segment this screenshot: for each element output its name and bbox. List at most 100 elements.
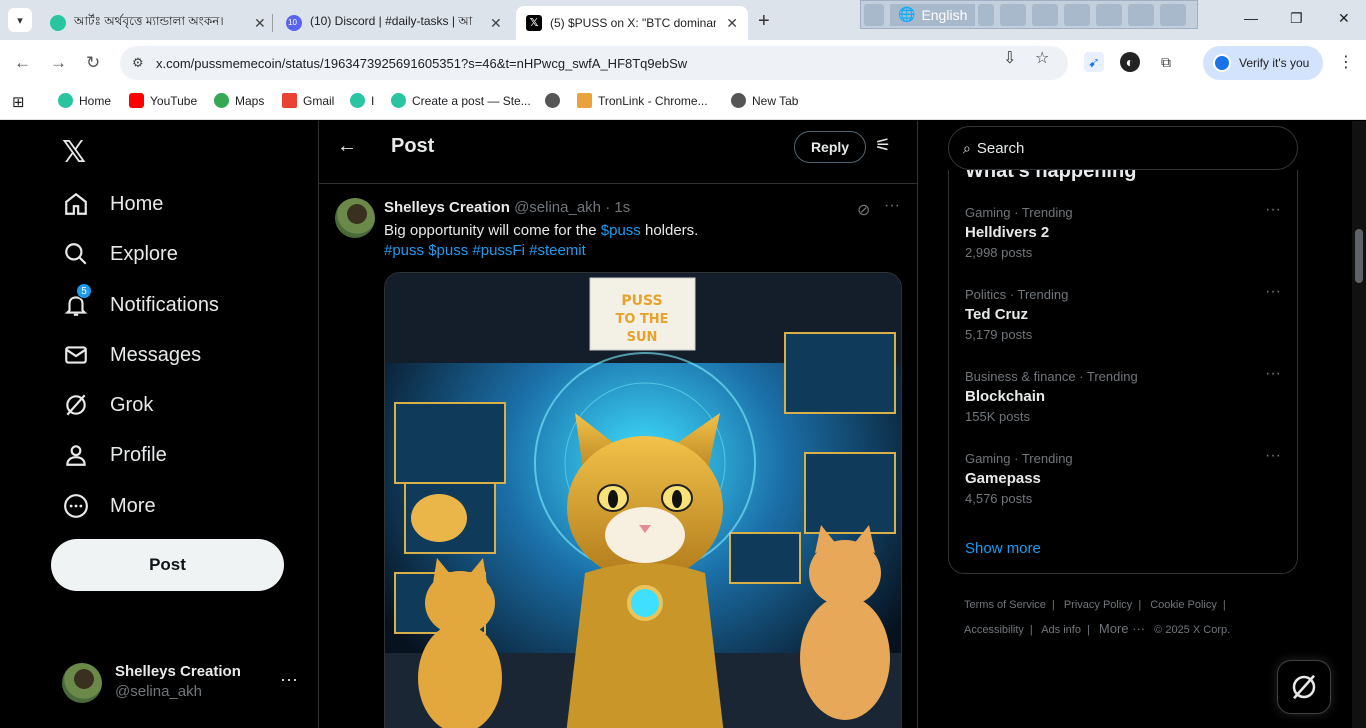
tweet-time[interactable]: 1s <box>614 199 630 216</box>
nav-grok[interactable]: Grok <box>62 385 153 425</box>
tweet-author-name[interactable]: Shelleys Creation <box>384 199 510 216</box>
new-tab-button[interactable]: + <box>758 10 770 33</box>
post-button[interactable]: Post <box>51 539 284 591</box>
close-langbar-icon[interactable] <box>1160 3 1187 26</box>
youtube-icon <box>129 93 144 108</box>
language-bar[interactable]: 🌐 English <box>860 0 1198 29</box>
tab-mandala[interactable]: আর্টঃ অর্থবৃত্তে ম্যান্ডালা অংকন। ✕ <box>40 6 276 40</box>
more-dots-icon[interactable]: ··· <box>1265 283 1281 301</box>
banner-line: SUN <box>627 330 658 345</box>
settings-icon[interactable] <box>1064 3 1091 26</box>
cookie-link[interactable]: Cookie Policy <box>1150 599 1217 611</box>
extensions-puzzle-icon[interactable]: ⧉ <box>1156 52 1176 72</box>
nav-profile[interactable]: Profile <box>62 435 167 475</box>
trend-item[interactable]: Gaming · Trending Helldivers 2 2,998 pos… <box>965 201 1285 275</box>
privacy-link[interactable]: Privacy Policy <box>1064 599 1132 611</box>
cashtag-link[interactable]: $puss <box>601 222 641 239</box>
reload-icon[interactable]: ↻ <box>86 53 100 73</box>
bookmark-youtube[interactable]: YouTube <box>129 93 197 108</box>
close-icon[interactable]: ✕ <box>490 15 502 32</box>
nav-explore[interactable]: Explore <box>62 234 178 274</box>
hashtag-link[interactable]: #puss <box>384 242 424 259</box>
minimize-icon[interactable]: — <box>1244 10 1258 26</box>
nav-label: Explore <box>110 242 178 265</box>
hashtag-link[interactable]: #pussFi <box>472 242 525 259</box>
language-label: English <box>921 6 968 23</box>
more-dots-icon[interactable]: ··· <box>884 197 900 215</box>
bookmark-star-icon[interactable]: ☆ <box>1035 48 1049 68</box>
account-switcher[interactable]: Shelleys Creation @selina_akh ··· <box>62 661 312 705</box>
forward-arrow-icon[interactable]: → <box>50 53 67 73</box>
grok-floating-button[interactable] <box>1277 660 1331 714</box>
tweet-author-line: Shelleys Creation @selina_akh · 1s <box>384 199 630 216</box>
restore-icon[interactable]: ❐ <box>1290 10 1303 27</box>
show-more-link[interactable]: Show more <box>965 540 1041 557</box>
extension-cursor-icon[interactable]: ➹ <box>1084 52 1104 72</box>
bookmark-home[interactable]: Home <box>58 93 111 108</box>
profile-verify-chip[interactable]: Verify it's you <box>1203 46 1323 80</box>
close-icon[interactable]: ✕ <box>254 15 266 32</box>
back-arrow-icon[interactable]: ← <box>14 53 31 73</box>
bookmark-globe[interactable] <box>545 93 566 108</box>
scrollbar-thumb[interactable] <box>1355 229 1363 283</box>
tab-discord[interactable]: 10 (10) Discord | #daily-tasks | আ ✕ <box>276 6 512 40</box>
more-dots-icon[interactable]: ··· <box>1265 365 1281 383</box>
install-app-icon[interactable]: ⇩ <box>1003 48 1016 68</box>
sliders-icon[interactable]: ⚟ <box>875 135 891 156</box>
trend-item[interactable]: Politics · Trending Ted Cruz 5,179 posts… <box>965 283 1285 357</box>
x-page: 𝕏 Home Explore 5 Notifications Messages … <box>0 121 1366 728</box>
x-logo-icon[interactable]: 𝕏 <box>62 135 86 170</box>
close-icon[interactable]: ✕ <box>726 15 738 32</box>
trend-item[interactable]: Gaming · Trending Gamepass 4,576 posts ·… <box>965 447 1285 521</box>
bookmark-label: Gmail <box>303 93 335 108</box>
tab-x-puss[interactable]: 𝕏 (5) $PUSS on X: "BTC dominance ✕ <box>516 6 748 40</box>
back-arrow-icon[interactable]: ← <box>337 135 357 158</box>
nav-label: More <box>110 494 156 517</box>
apps-grid-icon[interactable]: ⊞ <box>12 93 25 111</box>
page-scrollbar[interactable] <box>1352 121 1366 728</box>
grok-icon[interactable]: ⊘ <box>857 200 870 220</box>
language-selector[interactable]: 🌐 English <box>890 3 976 26</box>
more-dots-icon[interactable]: ··· <box>280 669 298 690</box>
nav-home[interactable]: Home <box>62 184 163 224</box>
bookmark-new-tab[interactable]: New Tab <box>731 93 798 108</box>
address-bar[interactable]: ⚙ x.com/pussmemecoin/status/196347392569… <box>120 46 1068 80</box>
ime-icon[interactable] <box>1032 3 1059 26</box>
nav-label: Profile <box>110 443 167 466</box>
footer-more-link[interactable]: More ··· <box>1099 621 1145 636</box>
window-close-icon[interactable]: ✕ <box>1338 10 1350 27</box>
dropdown-icon[interactable] <box>978 3 995 26</box>
globe-icon[interactable] <box>1096 3 1123 26</box>
bookmark-tronlink[interactable]: TronLink - Chrome... <box>577 93 708 108</box>
bookmark-gmail[interactable]: Gmail <box>282 93 334 108</box>
avatar[interactable] <box>335 198 375 238</box>
nav-more[interactable]: More <box>62 486 156 526</box>
footer-divider: | <box>1086 624 1090 636</box>
nav-messages[interactable]: Messages <box>62 335 201 375</box>
more-dots-icon[interactable]: ··· <box>1265 447 1281 465</box>
site-info-icon[interactable]: ⚙ <box>132 55 144 71</box>
more-dots-icon[interactable]: ··· <box>1265 201 1281 219</box>
bookmark-maps[interactable]: Maps <box>214 93 264 108</box>
left-sidebar: 𝕏 Home Explore 5 Notifications Messages … <box>0 121 318 728</box>
keyboard-icon[interactable] <box>1000 3 1027 26</box>
tweet-image[interactable]: PUSS TO THE SUN <box>384 272 902 728</box>
ads-info-link[interactable]: Ads info <box>1041 624 1081 636</box>
bookmark-i[interactable]: I <box>350 93 374 108</box>
trend-count: 155K posts <box>965 409 1031 424</box>
tweet-author-handle[interactable]: @selina_akh <box>514 199 601 216</box>
cashtag-link[interactable]: $puss <box>428 242 468 259</box>
extension-steam-icon[interactable]: ◐ <box>1120 52 1140 72</box>
accessibility-link[interactable]: Accessibility <box>964 624 1024 636</box>
hashtag-link[interactable]: #steemit <box>529 242 586 259</box>
browser-menu-icon[interactable]: ⋮ <box>1338 52 1354 72</box>
trend-count: 4,576 posts <box>965 491 1033 506</box>
reply-button[interactable]: Reply <box>794 131 866 163</box>
trend-item[interactable]: Business & finance · Trending Blockchain… <box>965 365 1285 439</box>
tab-search-button[interactable]: ▾ <box>8 8 32 32</box>
search-input[interactable]: ⌕ Search <box>948 126 1298 170</box>
nav-notifications[interactable]: 5 Notifications <box>62 283 219 325</box>
help-icon[interactable] <box>1128 3 1155 26</box>
terms-link[interactable]: Terms of Service <box>964 599 1046 611</box>
bookmark-create-post[interactable]: Create a post — Ste... <box>391 93 531 108</box>
